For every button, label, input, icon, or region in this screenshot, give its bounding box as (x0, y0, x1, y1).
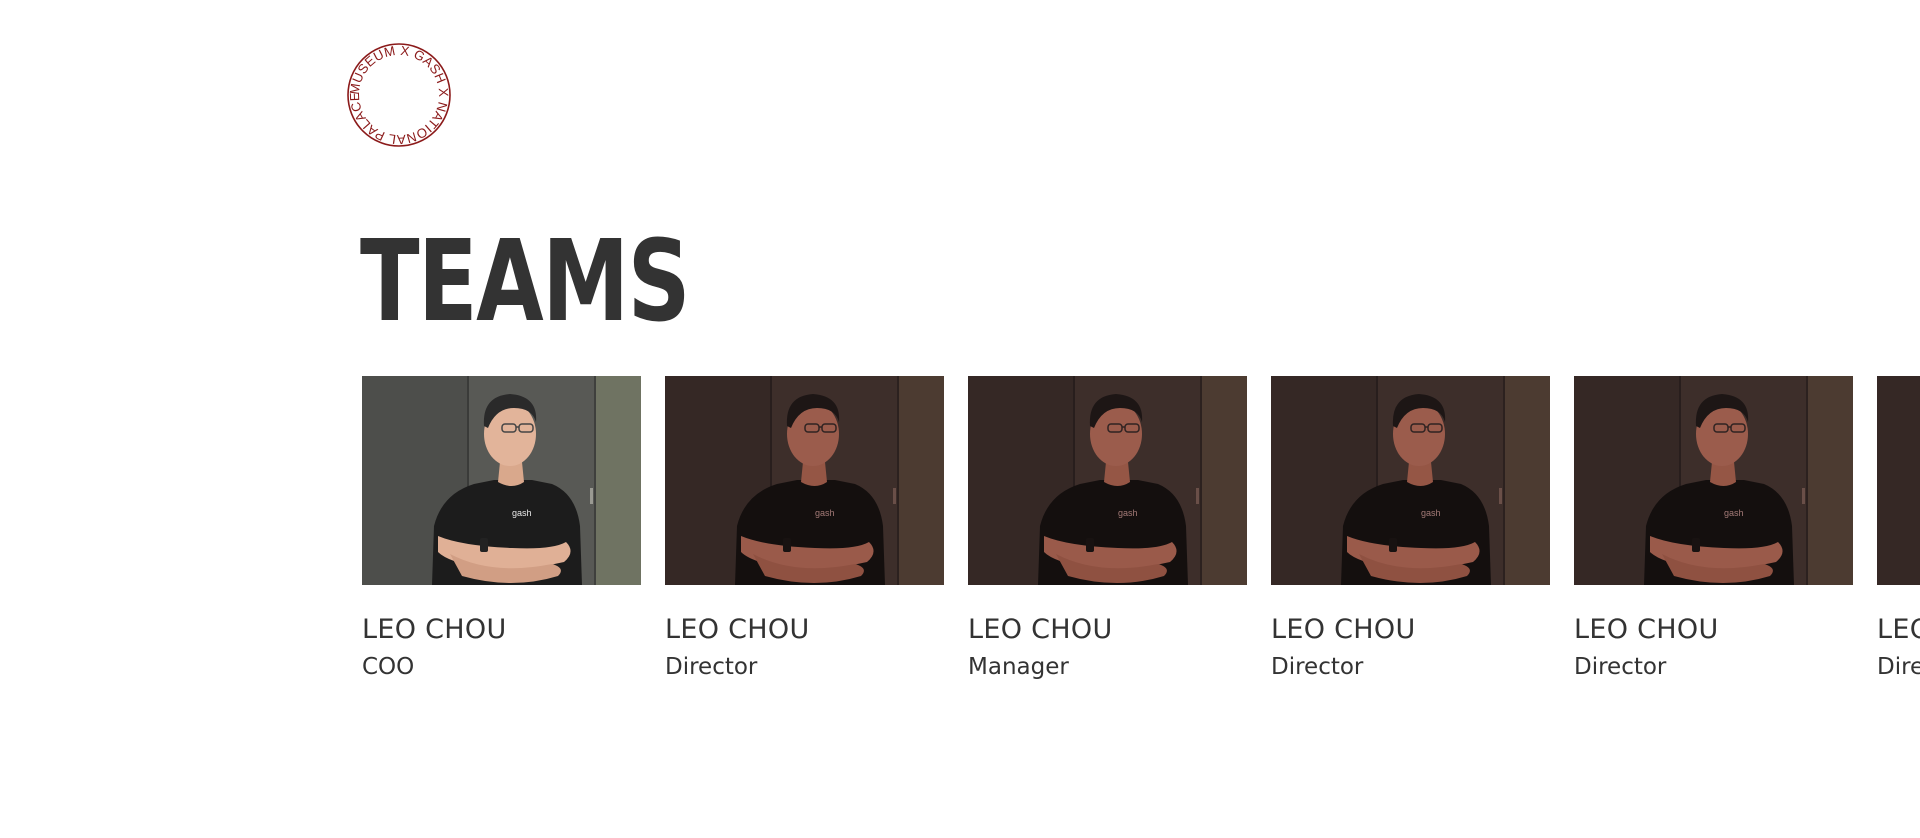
member-role: Director (665, 653, 758, 680)
member-photo: gash (1877, 376, 1920, 585)
team-carousel[interactable]: gash LEO CHOU COO gash LEO CHOU Director… (362, 376, 1920, 696)
svg-text:gash: gash (1724, 508, 1744, 518)
member-name: LEO CHOU (1877, 614, 1920, 645)
svg-text:gash: gash (512, 508, 532, 518)
member-name: LEO CHOU (665, 614, 810, 645)
member-name: LEO CHOU (362, 614, 507, 645)
member-photo: gash (968, 376, 1247, 585)
member-photo: gash (665, 376, 944, 585)
member-name: LEO CHOU (1271, 614, 1416, 645)
member-role: Director (1877, 653, 1920, 680)
svg-text:gash: gash (815, 508, 835, 518)
member-role: Director (1574, 653, 1667, 680)
team-member-card[interactable]: gash LEO CHOU Director (1271, 376, 1550, 680)
section-title: TEAMS (360, 217, 690, 347)
team-member-card[interactable]: gash LEO CHOU Manager (968, 376, 1247, 680)
team-member-card[interactable]: gash LEO CHOU Director (1574, 376, 1853, 680)
teams-page: MUSEUM X GASH X NATIONAL PALACE TEAMS ga… (0, 0, 1920, 838)
team-member-card[interactable]: gash LEO CHOU Director (1877, 376, 1920, 680)
member-photo: gash (1574, 376, 1853, 585)
member-role: Director (1271, 653, 1364, 680)
portrait-image: gash (968, 376, 1247, 585)
logo-seal-icon: MUSEUM X GASH X NATIONAL PALACE (347, 43, 451, 147)
team-list: gash LEO CHOU COO gash LEO CHOU Director… (362, 376, 1920, 680)
site-logo[interactable]: MUSEUM X GASH X NATIONAL PALACE (345, 41, 453, 149)
member-role: COO (362, 653, 415, 680)
svg-text:gash: gash (1118, 508, 1138, 518)
team-member-card[interactable]: gash LEO CHOU Director (665, 376, 944, 680)
member-name: LEO CHOU (1574, 614, 1719, 645)
portrait-image: gash (1877, 376, 1920, 585)
portrait-image: gash (1574, 376, 1853, 585)
team-member-card[interactable]: gash LEO CHOU COO (362, 376, 641, 680)
portrait-image: gash (362, 376, 641, 585)
member-role: Manager (968, 653, 1069, 680)
portrait-image: gash (1271, 376, 1550, 585)
portrait-image: gash (665, 376, 944, 585)
member-photo: gash (1271, 376, 1550, 585)
svg-text:gash: gash (1421, 508, 1441, 518)
member-name: LEO CHOU (968, 614, 1113, 645)
member-photo: gash (362, 376, 641, 585)
